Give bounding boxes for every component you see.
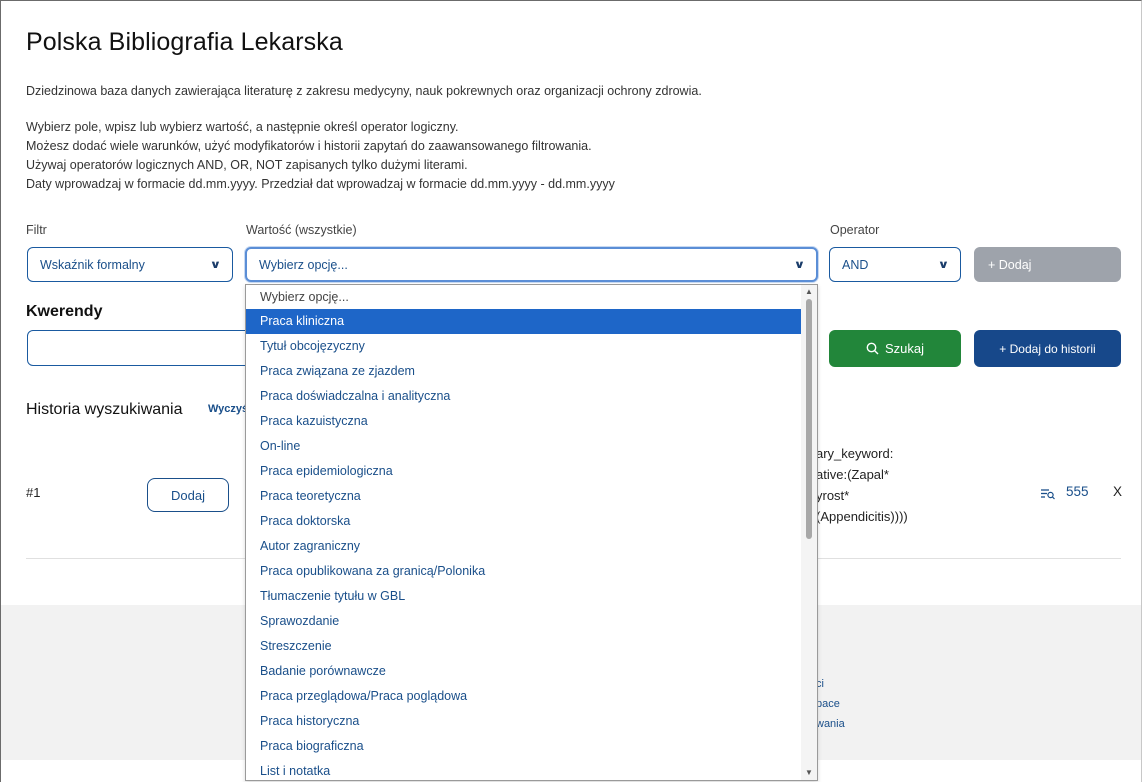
queries-title: Kwerendy	[26, 303, 103, 320]
dropdown-option-highlighted[interactable]: Praca kliniczna	[246, 309, 803, 334]
dropdown-option[interactable]: Streszczenie	[246, 634, 803, 659]
query-line: yrost*	[816, 488, 850, 503]
operator-select-value: AND	[842, 257, 869, 272]
dropdown-option[interactable]: Praca historyczna	[246, 709, 803, 734]
page-frame: Polska Bibliografia Lekarska Dziedzinowa…	[0, 0, 1142, 782]
instruction-line: Daty wprowadzaj w formacie dd.mm.yyyy. P…	[26, 177, 615, 191]
clear-history-link[interactable]: Wyczyś	[208, 403, 248, 415]
dropdown-option[interactable]: Praca epidemiologiczna	[246, 459, 803, 484]
search-button-label: Szukaj	[884, 341, 925, 356]
scrollbar-thumb[interactable]	[806, 299, 812, 539]
filter-select[interactable]: Wskaźnik formalny ∨	[27, 247, 233, 282]
dropdown-option[interactable]: Badanie porównawcze	[246, 659, 803, 684]
instruction-line: Możesz dodać wiele warunków, użyć modyfi…	[26, 139, 592, 153]
filter-select-value: Wskaźnik formalny	[40, 257, 145, 272]
search-icon	[866, 342, 879, 355]
dropdown-option[interactable]: On-line	[246, 434, 803, 459]
result-count[interactable]: 555	[1066, 484, 1089, 499]
dropdown-scrollbar[interactable]: ▲ ▼	[801, 285, 817, 780]
chevron-down-icon: ∨	[937, 259, 950, 271]
footer-link[interactable]: pace	[816, 698, 840, 710]
dropdown-option[interactable]: Praca teoretyczna	[246, 484, 803, 509]
dropdown-option[interactable]: Autor zagraniczny	[246, 534, 803, 559]
scroll-down-icon[interactable]: ▼	[805, 768, 813, 777]
page-description: Dziedzinowa baza danych zawierająca lite…	[26, 84, 702, 98]
chevron-down-icon: ∨	[209, 259, 222, 271]
value-select-value: Wybierz opcję...	[259, 257, 348, 272]
footer-link[interactable]: wania	[816, 718, 845, 730]
add-to-history-button[interactable]: + Dodaj do historii	[974, 330, 1121, 367]
add-condition-button[interactable]: + Dodaj	[974, 247, 1121, 282]
history-add-button[interactable]: Dodaj	[147, 478, 229, 512]
filter-label: Filtr	[26, 223, 47, 237]
instruction-line: Wybierz pole, wpisz lub wybierz wartość,…	[26, 120, 459, 134]
dropdown-option[interactable]: List i notatka	[246, 759, 803, 780]
history-title: Historia wyszukiwania	[26, 401, 183, 418]
dropdown-option[interactable]: Praca kazuistyczna	[246, 409, 803, 434]
query-line: ary_keyword:	[816, 446, 894, 461]
query-line: ative:(Zapal*	[816, 467, 889, 482]
dropdown-option[interactable]: Tłumaczenie tytułu w GBL	[246, 584, 803, 609]
value-select[interactable]: Wybierz opcję... ∨	[245, 247, 818, 282]
dropdown-option[interactable]: Praca biograficzna	[246, 734, 803, 759]
remove-history-button[interactable]: X	[1113, 484, 1122, 499]
query-input[interactable]	[27, 330, 257, 366]
dropdown-option[interactable]: Wybierz opcję...	[246, 285, 803, 309]
dropdown-option[interactable]: Praca doświadczalna i analityczna	[246, 384, 803, 409]
operator-select[interactable]: AND ∨	[829, 247, 961, 282]
instructions: Wybierz pole, wpisz lub wybierz wartość,…	[26, 118, 615, 194]
operator-label: Operator	[830, 223, 880, 237]
page-title: Polska Bibliografia Lekarska	[26, 28, 343, 56]
query-line: (Appendicitis))))	[816, 509, 908, 524]
value-label: Wartość (wszystkie)	[246, 223, 357, 237]
dropdown-option[interactable]: Praca doktorska	[246, 509, 803, 534]
dropdown-option[interactable]: Praca opublikowana za granicą/Polonika	[246, 559, 803, 584]
history-row-number: #1	[26, 485, 41, 500]
dropdown-option[interactable]: Sprawozdanie	[246, 609, 803, 634]
dropdown-option[interactable]: Praca związana ze zjazdem	[246, 359, 803, 384]
instruction-line: Używaj operatorów logicznych AND, OR, NO…	[26, 158, 468, 172]
search-button[interactable]: Szukaj	[829, 330, 961, 367]
scroll-up-icon[interactable]: ▲	[805, 287, 813, 296]
dropdown-option[interactable]: Praca przeglądowa/Praca poglądowa	[246, 684, 803, 709]
chevron-down-icon: ∨	[793, 259, 806, 271]
dropdown-option[interactable]: Tytuł obcojęzyczny	[246, 334, 803, 359]
value-dropdown-list[interactable]: Wybierz opcję... Praca kliniczna Tytuł o…	[245, 284, 818, 781]
filter-search-icon[interactable]	[1041, 488, 1055, 500]
history-query: ary_keyword: ative:(Zapal* yrost* (Appendic…	[816, 443, 908, 527]
